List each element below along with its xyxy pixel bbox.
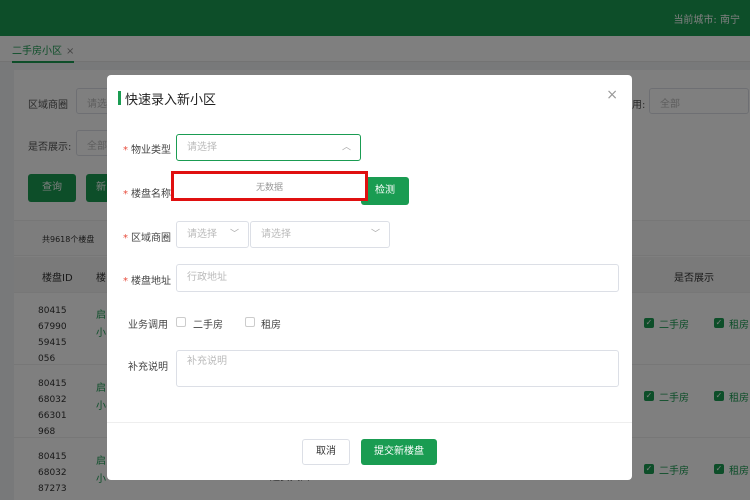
close-icon[interactable]: ×: [606, 87, 618, 103]
empty-dropdown-text: 无数据: [255, 183, 283, 193]
dialog-footer-divider: [107, 422, 632, 423]
title-accent-bar: [118, 91, 121, 105]
region-placeholder-1: 请选择: [187, 229, 217, 240]
region-select-2[interactable]: 请选择 ﹀: [250, 221, 390, 248]
cancel-button[interactable]: 取消: [302, 439, 350, 465]
detect-button[interactable]: 检测: [361, 177, 409, 205]
building-name-label: * 楼盘名称: [123, 189, 171, 200]
building-name-dropdown[interactable]: 无数据: [171, 171, 368, 201]
checkbox-rent-label: 租房: [261, 320, 281, 331]
property-type-placeholder: 请选择: [187, 142, 217, 153]
dialog-title: 快速录入新小区: [125, 93, 217, 108]
property-type-select[interactable]: 请选择 ︿: [176, 134, 361, 161]
notes-label: 补充说明: [128, 362, 168, 373]
checkbox-secondhand[interactable]: [176, 317, 186, 327]
region-placeholder-2: 请选择: [261, 229, 291, 240]
region-select-1[interactable]: 请选择 ﹀: [176, 221, 249, 248]
notes-textarea[interactable]: 补充说明: [176, 350, 619, 387]
address-input[interactable]: 行政地址: [176, 264, 619, 292]
region-label: * 区域商圈: [123, 233, 171, 244]
chevron-down-icon: ﹀: [370, 229, 380, 239]
chevron-down-icon: ﹀: [229, 229, 239, 239]
business-label: 业务调用: [128, 320, 168, 331]
quick-entry-dialog: 快速录入新小区 × * 物业类型 请选择 ︿ * 楼盘名称 检测 无数据 * 区域商圈…: [107, 75, 632, 480]
chevron-up-icon: ︿: [341, 142, 351, 152]
checkbox-rent[interactable]: [245, 317, 255, 327]
submit-new-building-button[interactable]: 提交新楼盘: [361, 439, 437, 465]
checkbox-secondhand-label: 二手房: [193, 320, 223, 331]
property-type-label: * 物业类型: [123, 145, 171, 156]
address-label: * 楼盘地址: [123, 276, 171, 287]
